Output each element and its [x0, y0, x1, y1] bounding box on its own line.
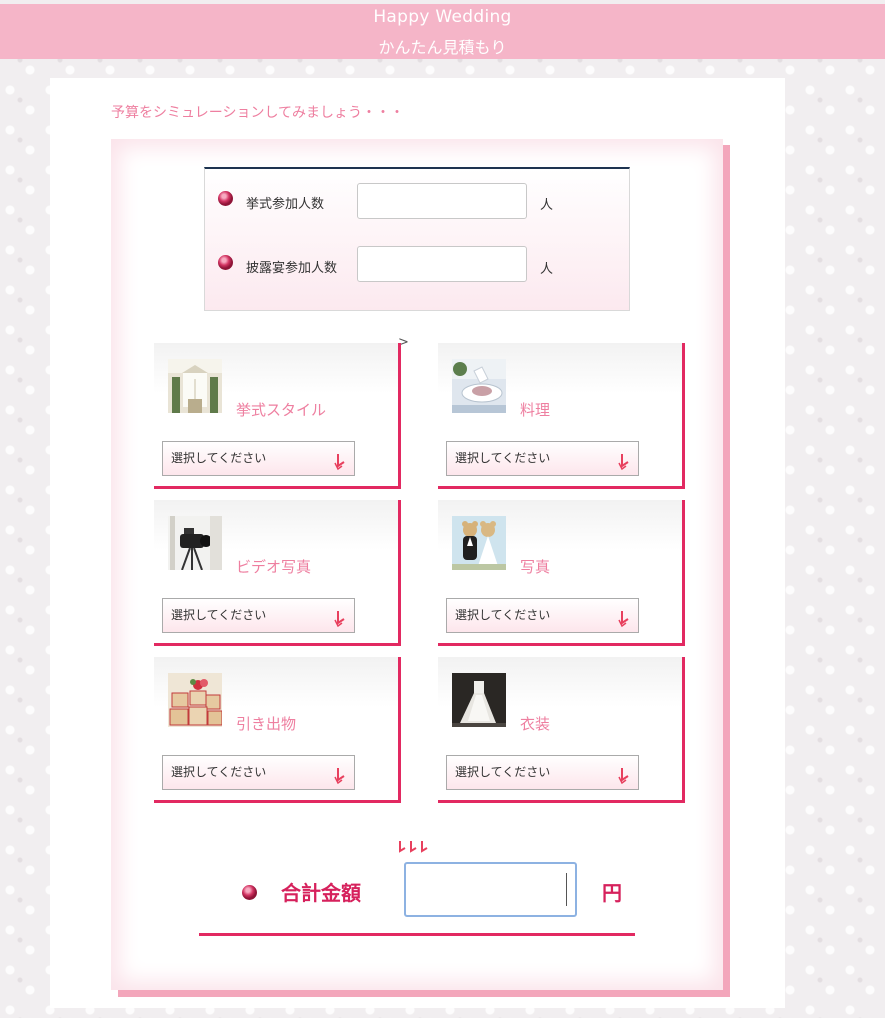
- item-title: 衣装: [520, 715, 551, 733]
- item-costume: 衣装 選択してください: [438, 657, 685, 803]
- header-title-en: Happy Wedding: [373, 7, 512, 27]
- total-amount-label: 合計金額: [281, 881, 361, 905]
- bullet-icon: [242, 885, 257, 900]
- intro-text: 予算をシミュレーションしてみましょう・・・: [111, 105, 405, 121]
- item-photo: 写真 選択してください: [438, 500, 685, 646]
- ceremony-count-input[interactable]: [357, 183, 527, 219]
- ceremony-unit: 人: [540, 198, 554, 213]
- gift-boxes-photo-icon: [168, 673, 222, 727]
- header-bar: Happy Wedding かんたん見積もり: [0, 4, 885, 59]
- item-video-photo: ビデオ写真 選択してください: [154, 500, 401, 646]
- dropdown-arrow-icon: [618, 608, 630, 641]
- dropdown-arrow-icon: [334, 765, 346, 798]
- costume-select[interactable]: 選択してください: [446, 755, 639, 790]
- dropdown-arrow-icon: [334, 608, 346, 641]
- total-underline: [199, 933, 635, 936]
- item-cuisine: 料理 選択してください: [438, 343, 685, 489]
- item-title: ビデオ写真: [236, 558, 312, 576]
- item-ceremony-style: 挙式スタイル 選択してください: [154, 343, 401, 489]
- item-gifts: 引き出物 選択してください: [154, 657, 401, 803]
- bullet-icon: [218, 191, 233, 206]
- total-amount-field[interactable]: [404, 862, 577, 917]
- dish-photo-icon: [452, 359, 506, 413]
- ceremony-style-select[interactable]: 選択してください: [162, 441, 355, 476]
- item-title: 写真: [520, 558, 551, 576]
- select-value: 選択してください: [455, 608, 551, 622]
- wedding-dress-photo-icon: [452, 673, 506, 727]
- photo-select[interactable]: 選択してください: [446, 598, 639, 633]
- dropdown-arrow-icon: [334, 451, 346, 484]
- dropdown-arrow-icon: [618, 451, 630, 484]
- dropdown-arrow-icon: [618, 765, 630, 798]
- text-caret: [566, 873, 567, 906]
- reception-count-label: 披露宴参加人数: [246, 261, 338, 276]
- select-value: 選択してください: [455, 451, 551, 465]
- item-title: 料理: [520, 401, 551, 419]
- triple-arrow-icon: [397, 840, 433, 860]
- guest-count-box: 挙式参加人数 人 披露宴参加人数 人: [204, 167, 630, 311]
- item-title: 挙式スタイル: [236, 401, 327, 419]
- select-value: 選択してください: [171, 608, 267, 622]
- select-value: 選択してください: [171, 451, 267, 465]
- chapel-photo-icon: [168, 359, 222, 413]
- video-camera-photo-icon: [168, 516, 222, 570]
- item-title: 引き出物: [236, 715, 297, 733]
- header-title-ja: かんたん見積もり: [378, 38, 507, 57]
- reception-unit: 人: [540, 262, 554, 277]
- ceremony-count-label: 挙式参加人数: [246, 197, 325, 212]
- reception-count-input[interactable]: [357, 246, 527, 282]
- select-value: 選択してください: [171, 765, 267, 779]
- teddy-bears-photo-icon: [452, 516, 506, 570]
- bullet-icon: [218, 255, 233, 270]
- select-value: 選択してください: [455, 765, 551, 779]
- cuisine-select[interactable]: 選択してください: [446, 441, 639, 476]
- gifts-select[interactable]: 選択してください: [162, 755, 355, 790]
- total-unit: 円: [602, 881, 622, 905]
- video-photo-select[interactable]: 選択してください: [162, 598, 355, 633]
